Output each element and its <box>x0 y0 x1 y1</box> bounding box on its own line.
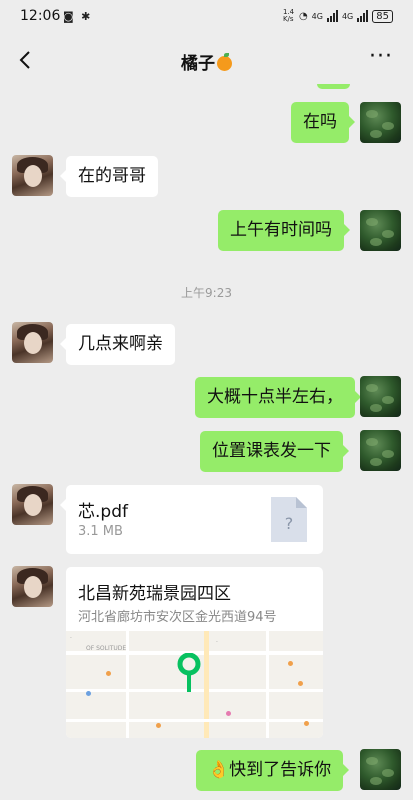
file-size: 3.1 MB <box>78 524 123 539</box>
message-bubble-outgoing[interactable]: 👌快到了告诉你 <box>196 750 350 791</box>
signal-icon <box>326 10 338 22</box>
contact-name: 橘子 <box>181 54 215 74</box>
my-avatar[interactable] <box>360 102 401 143</box>
message-bubble-outgoing[interactable]: 上午有时间吗 <box>218 210 350 251</box>
battery-icon: 85 <box>372 9 393 23</box>
status-notification-icons: ◙ ✱ <box>63 10 93 23</box>
wifi-icon: ◔ <box>298 10 308 22</box>
location-title: 北昌新苑瑞景园四区 <box>78 584 231 604</box>
my-avatar[interactable] <box>360 210 401 251</box>
message-text: 快到了告诉你 <box>229 760 332 780</box>
file-unknown-icon: ? <box>271 497 307 542</box>
contact-avatar[interactable] <box>12 322 53 363</box>
my-avatar[interactable] <box>360 430 401 471</box>
message-bubble-partial[interactable] <box>317 84 350 89</box>
status-right-icons: 1.4 K/s ◔ 4G 4G 85 <box>283 9 393 23</box>
location-map: · OF SOLITUDE · <box>66 631 323 738</box>
file-name: 芯.pdf <box>78 502 128 522</box>
contact-avatar[interactable] <box>12 155 53 196</box>
more-options-button[interactable]: ··· <box>369 44 393 69</box>
message-bubble-incoming[interactable]: 几点来啊亲 <box>60 324 175 365</box>
signal-icon-2 <box>357 10 369 22</box>
net-type-2: 4G <box>341 11 354 21</box>
status-time: 12:06 <box>20 8 61 24</box>
net-speed: 1.4 K/s <box>282 8 295 23</box>
message-timestamp: 上午9:23 <box>181 286 232 300</box>
file-message-card[interactable]: 芯.pdf 3.1 MB ? <box>60 485 323 554</box>
contact-avatar[interactable] <box>12 566 53 607</box>
message-bubble-outgoing[interactable]: 大概十点半左右， <box>195 377 361 418</box>
message-bubble-outgoing[interactable]: 在吗 <box>291 102 355 143</box>
location-message-card[interactable]: 北昌新苑瑞景园四区 河北省廊坊市安次区金光西道94号 · OF SOLITUDE… <box>66 567 323 738</box>
location-pin-icon <box>177 653 201 692</box>
my-avatar[interactable] <box>360 376 401 417</box>
message-bubble-outgoing[interactable]: 位置课表发一下 <box>200 431 349 472</box>
file-icon-glyph: ? <box>285 514 294 533</box>
net-type-1: 4G <box>311 11 323 21</box>
chat-area[interactable]: 在吗 在的哥哥 上午有时间吗 上午9:23 几点来啊亲 大概十点半左右， 位置课… <box>0 84 413 800</box>
contact-avatar[interactable] <box>12 484 53 525</box>
my-avatar[interactable] <box>360 749 401 790</box>
ok-hand-emoji-icon: 👌 <box>208 760 230 780</box>
chat-header: 橘子 ··· <box>0 36 413 84</box>
message-bubble-incoming[interactable]: 在的哥哥 <box>60 156 158 197</box>
chat-title: 橘子 <box>0 49 413 74</box>
status-bar: 12:06 ◙ ✱ 1.4 K/s ◔ 4G 4G 85 <box>0 0 413 36</box>
location-address: 河北省廊坊市安次区金光西道94号 <box>78 610 277 625</box>
orange-emoji-icon <box>217 53 232 71</box>
